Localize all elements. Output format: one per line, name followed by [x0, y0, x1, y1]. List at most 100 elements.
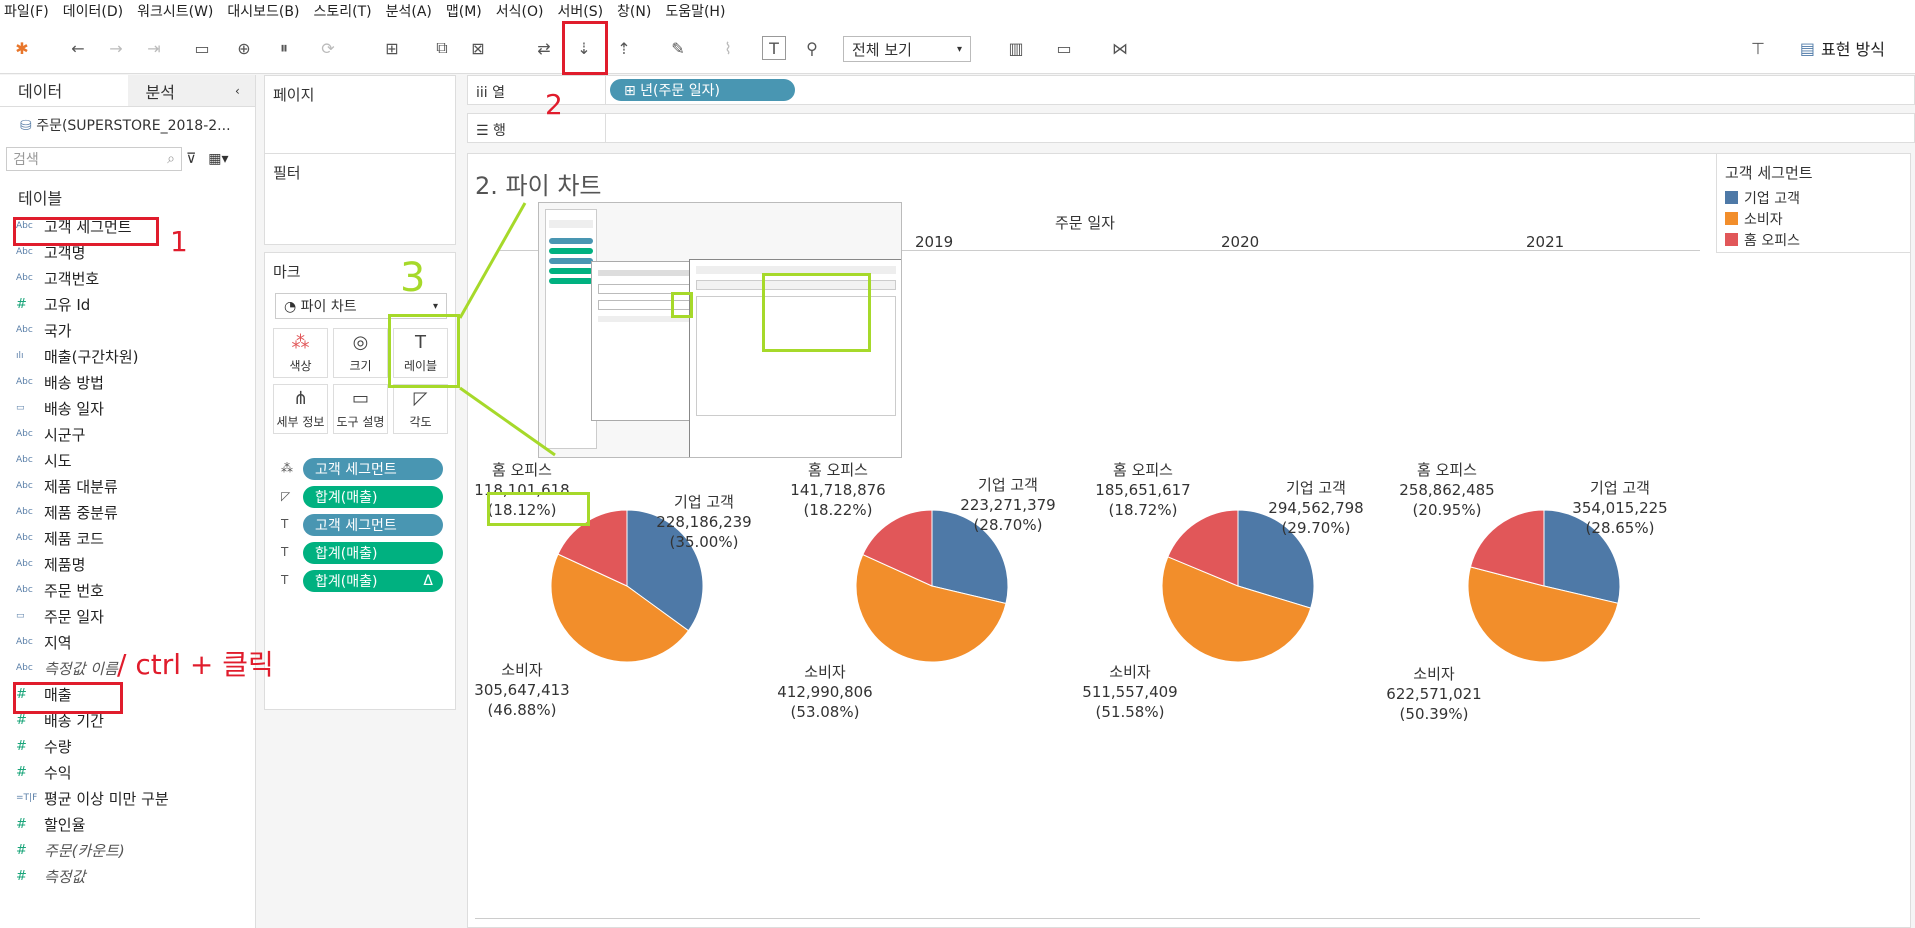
field-item[interactable]: Abc 국가 [0, 317, 255, 343]
search-input[interactable]: 검색 ⌕ [6, 147, 182, 171]
data-pane: 데이터 분석 ‹ ⛁ 주문(SUPERSTORE_2018-2... 검색 ⌕ ⊽ … [0, 75, 256, 928]
columns-shelf[interactable]: iii 열 ⊞ 년(주문 일자) [467, 75, 1915, 105]
filter-icon[interactable]: ⊽ [186, 151, 196, 167]
color-button[interactable]: ⁂ 색상 [273, 328, 328, 378]
field-item[interactable]: Abc 시군구 [0, 421, 255, 447]
menu-item[interactable]: 데이터(D) [63, 1, 123, 21]
redo-icon[interactable]: → [104, 36, 128, 60]
field-item[interactable]: Abc 제품 코드 [0, 525, 255, 551]
field-item[interactable]: Abc 제품 대분류 [0, 473, 255, 499]
legend-item[interactable]: 소비자 [1717, 208, 1910, 229]
field-item[interactable]: # 수익 [0, 759, 255, 785]
marks-pill[interactable]: 합계(매출) [303, 486, 443, 508]
menu-item[interactable]: 스토리(T) [313, 1, 371, 21]
menu-item[interactable]: 서식(O) [496, 1, 544, 21]
tab-data[interactable]: 데이터 [0, 75, 128, 106]
pause-icon[interactable]: ⏸ [272, 36, 296, 60]
slice-percent: (20.95%) [1412, 501, 1482, 519]
field-name: 지역 [44, 633, 72, 652]
field-name: 평균 이상 미만 구분 [44, 789, 169, 808]
color-label: 색상 [289, 359, 312, 373]
field-item[interactable]: # 주문(카운트) [0, 837, 255, 863]
tab-analytics[interactable]: 분석 ‹ [127, 75, 255, 106]
tableau-logo-icon[interactable]: ✱ [10, 36, 34, 60]
delta-icon: Δ [423, 573, 433, 589]
show-labels-icon[interactable]: T [762, 36, 786, 60]
save-icon[interactable]: ▭ [190, 36, 214, 60]
annotation-one: 1 [170, 225, 188, 258]
sort-descending-icon[interactable]: ⇡ [612, 36, 636, 60]
highlight-icon[interactable]: ✎ [666, 36, 690, 60]
filters-card[interactable]: 필터 [264, 153, 456, 245]
view-options-icon[interactable]: ▦▾ [208, 151, 228, 167]
field-name: 매출(구간차원) [44, 347, 139, 366]
marks-pill[interactable]: 고객 세그먼트 [303, 514, 443, 536]
field-item[interactable]: Abc 시도 [0, 447, 255, 473]
menu-item[interactable]: 도움말(H) [665, 1, 725, 21]
size-button[interactable]: ◎ 크기 [333, 328, 388, 378]
undo-icon[interactable]: ← [66, 36, 90, 60]
new-sheet-icon[interactable]: ⊞ [380, 36, 404, 60]
view-size-select[interactable]: 전체 보기 ▾ [843, 36, 971, 62]
year-order-date-pill[interactable]: ⊞ 년(주문 일자) [610, 79, 795, 101]
collapse-icon[interactable]: ‹ [235, 84, 240, 98]
refresh-icon[interactable]: ⟳ [316, 36, 340, 60]
marks-pill[interactable]: 고객 세그먼트 [303, 458, 443, 480]
rows-shelf[interactable]: ☰ 행 [467, 113, 1915, 143]
field-name: 수익 [44, 763, 72, 782]
menu-item[interactable]: 분석(A) [386, 1, 432, 21]
tooltip-button[interactable]: ▭ 도구 설명 [333, 384, 388, 434]
field-item[interactable]: =T|F 평균 이상 미만 구분 [0, 785, 255, 811]
new-datasource-icon[interactable]: ⊕ [232, 36, 256, 60]
format-painter-icon[interactable]: ⊤ [1746, 36, 1770, 60]
field-item[interactable]: # 수량 [0, 733, 255, 759]
datasource-item[interactable]: ⛁ 주문(SUPERSTORE_2018-2... [0, 107, 255, 141]
inset-pill [549, 238, 593, 244]
share-icon[interactable]: ⋈ [1108, 36, 1132, 60]
field-item[interactable]: # 측정값 [0, 863, 255, 889]
slice-category: 기업 고객 [1286, 479, 1346, 497]
field-item[interactable]: Abc 제품 중분류 [0, 499, 255, 525]
field-item[interactable]: Abc 고객번호 [0, 265, 255, 291]
detail-button[interactable]: ⋔ 세부 정보 [273, 384, 328, 434]
menu-item[interactable]: 맵(M) [446, 1, 482, 21]
slice-category: 소비자 [804, 663, 846, 681]
swap-icon[interactable]: ⇄ [532, 36, 556, 60]
field-item[interactable]: # 할인율 [0, 811, 255, 837]
tables-section-title: 테이블 [18, 189, 63, 208]
field-item[interactable]: Abc 제품명 [0, 551, 255, 577]
field-item[interactable]: ▭ 배송 일자 [0, 395, 255, 421]
group-icon[interactable]: ⌇ [716, 36, 740, 60]
slice-percent: (18.22%) [803, 501, 873, 519]
menu-item[interactable]: 파일(F) [4, 1, 49, 21]
legend-item[interactable]: 기업 고객 [1717, 187, 1910, 208]
field-item[interactable]: Abc 배송 방법 [0, 369, 255, 395]
clear-sheet-icon[interactable]: ⊠ [466, 36, 490, 60]
field-item[interactable]: # 고유 Id [0, 291, 255, 317]
field-type-icon: Abc [16, 429, 33, 439]
field-name: 측정값 이름 [44, 659, 118, 678]
field-item[interactable]: ▭ 주문 일자 [0, 603, 255, 629]
presentation-icon[interactable]: ▭ [1052, 36, 1076, 60]
menu-item[interactable]: 워크시트(W) [137, 1, 213, 21]
pin-icon[interactable]: ⚲ [800, 36, 824, 60]
bar-chart-icon[interactable]: ▥ [1004, 36, 1028, 60]
pill-label: 합계(매출) [315, 574, 378, 590]
show-me-button[interactable]: ▤ 표현 방식 [1800, 36, 1885, 60]
menu-item[interactable]: 대시보드(B) [227, 1, 299, 21]
rows-icon: ☰ [476, 123, 489, 139]
connect-icon[interactable]: ⇥ [142, 36, 166, 60]
columns-shelf-label: iii 열 [476, 82, 505, 102]
marks-pill[interactable]: 합계(매출) Δ [303, 570, 443, 592]
menu-item[interactable]: 창(N) [617, 1, 651, 21]
menu-item[interactable]: 서버(S) [557, 1, 603, 21]
legend-item[interactable]: 홈 오피스 [1717, 229, 1910, 250]
angle-button[interactable]: ◸ 각도 [393, 384, 448, 434]
slice-value: 141,718,876 [790, 481, 886, 499]
legend-swatch [1725, 191, 1738, 204]
marks-pill[interactable]: 합계(매출) [303, 542, 443, 564]
field-item[interactable]: ılı 매출(구간차원) [0, 343, 255, 369]
field-type-icon: Abc [16, 455, 33, 465]
field-item[interactable]: Abc 주문 번호 [0, 577, 255, 603]
duplicate-icon[interactable]: ⧉ [430, 36, 454, 60]
